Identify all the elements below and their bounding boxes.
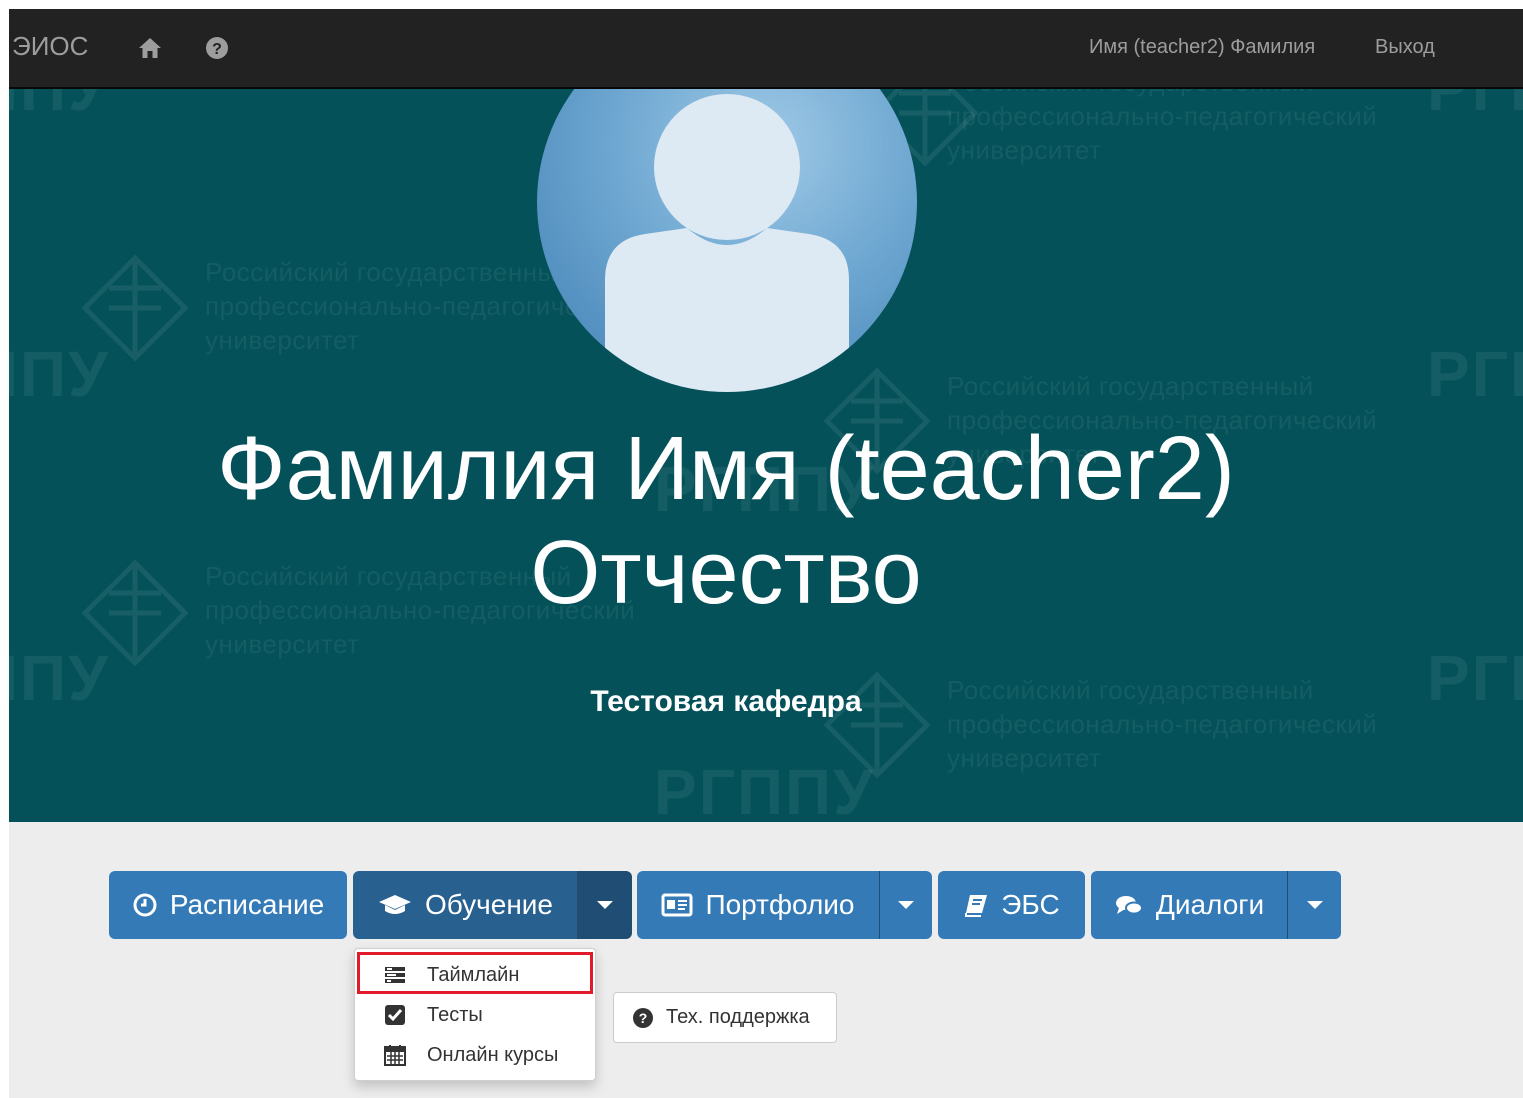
book-icon (965, 895, 988, 917)
schedule-button[interactable]: Расписание (109, 871, 347, 939)
dropdown-item-label: Таймлайн (427, 963, 520, 986)
learning-dropdown-menu: Таймлайн Тесты Онлайн курсы (354, 948, 596, 1081)
dropdown-item-timeline[interactable]: Таймлайн (355, 955, 595, 995)
dropdown-item-tests[interactable]: Тесты (355, 995, 595, 1035)
brand-link[interactable]: ЭИОС (12, 31, 88, 62)
tech-support-button[interactable]: ? Тех. поддержка (613, 992, 837, 1043)
watermark-abbr: РГППУ (9, 87, 110, 124)
tasks-icon (385, 967, 405, 983)
tech-support-label: Тех. поддержка (666, 1006, 810, 1028)
svg-text:?: ? (212, 41, 222, 58)
university-logo-watermark (81, 254, 189, 362)
id-card-icon (661, 893, 693, 917)
learning-dropdown-toggle[interactable] (577, 871, 632, 939)
dropdown-item-label: Тесты (427, 1003, 483, 1026)
question-circle-icon: ? (633, 1007, 653, 1028)
caret-down-icon (898, 901, 914, 909)
graduation-cap-icon (378, 895, 411, 914)
dropdown-item-online-courses[interactable]: Онлайн курсы (355, 1035, 595, 1075)
ebs-button[interactable]: ЭБС (938, 871, 1085, 939)
logout-link[interactable]: Выход (1375, 36, 1435, 59)
dialogs-label: Диалоги (1155, 889, 1265, 920)
profile-header: Российский государственныйпрофессиональн… (9, 87, 1523, 822)
profile-department: Тестовая кафедра (590, 685, 862, 718)
calendar-icon (384, 1045, 406, 1066)
profile-full-name: Фамилия Имя (teacher2) Отчество (217, 419, 1235, 623)
dialogs-button[interactable]: Диалоги (1091, 871, 1287, 939)
dialogs-dropdown-toggle[interactable] (1287, 871, 1341, 939)
page-frame: ЭИОС ? Имя (teacher2) Фамилия Выход Росс… (9, 9, 1523, 1098)
learning-label: Обучение (424, 889, 554, 920)
portfolio-button[interactable]: Портфолио (637, 871, 879, 939)
watermark-abbr: РГППУ (1427, 87, 1523, 124)
check-square-icon (385, 1005, 405, 1025)
caret-down-icon (597, 901, 613, 909)
watermark-abbr: РГППУ (1427, 338, 1523, 410)
top-navbar: ЭИОС ? Имя (teacher2) Фамилия Выход (9, 9, 1523, 89)
home-icon[interactable] (137, 35, 163, 61)
watermark-text: Российский государственныйпрофессиональн… (947, 87, 1378, 165)
caret-down-icon (1306, 901, 1323, 909)
schedule-label: Расписание (169, 889, 325, 920)
user-name-link[interactable]: Имя (teacher2) Фамилия (1089, 36, 1315, 59)
question-circle-icon[interactable]: ? (204, 35, 230, 61)
svg-text:?: ? (639, 1010, 648, 1026)
dropdown-item-label: Онлайн курсы (427, 1043, 559, 1066)
clock-icon (133, 893, 157, 917)
portfolio-label: Портфолио (705, 889, 855, 920)
ebs-label: ЭБС (1001, 889, 1060, 920)
learning-button[interactable]: Обучение (353, 871, 577, 939)
portfolio-dropdown-toggle[interactable] (879, 871, 932, 939)
comments-icon (1115, 896, 1143, 915)
